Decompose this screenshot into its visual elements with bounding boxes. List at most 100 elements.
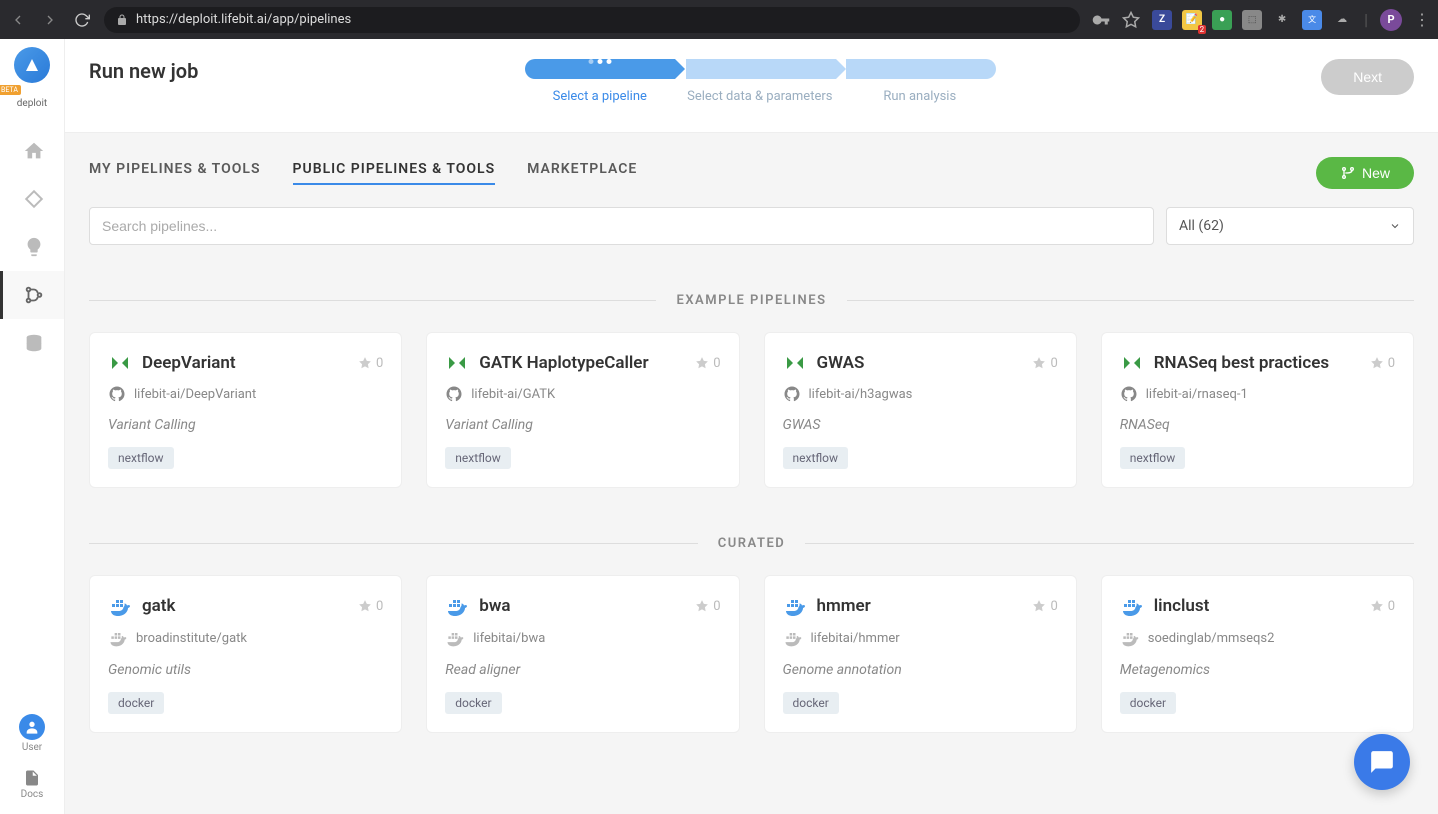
back-button[interactable] bbox=[8, 10, 28, 30]
card-stars: 0 bbox=[1370, 599, 1395, 614]
sidebar-item-jobs[interactable] bbox=[0, 175, 64, 223]
tab-public-pipelines[interactable]: PUBLIC PIPELINES & TOOLS bbox=[293, 161, 496, 185]
card-stars: 0 bbox=[358, 356, 383, 371]
docker-icon bbox=[108, 628, 128, 648]
reload-button[interactable] bbox=[72, 10, 92, 30]
card-tag: nextflow bbox=[445, 447, 511, 469]
extension-cloud-icon[interactable]: ☁ bbox=[1332, 10, 1352, 30]
profile-avatar[interactable]: P bbox=[1380, 9, 1402, 31]
card-title: linclust bbox=[1154, 596, 1210, 616]
card-tag: nextflow bbox=[783, 447, 849, 469]
next-button[interactable]: Next bbox=[1321, 59, 1414, 95]
tab-marketplace[interactable]: MARKETPLACE bbox=[527, 161, 637, 185]
sidebar-item-data[interactable] bbox=[0, 319, 64, 367]
card-stars: 0 bbox=[1032, 599, 1057, 614]
stepper: Select a pipeline Select data & paramete… bbox=[520, 59, 1000, 104]
card-repo: soedinglab/mmseqs2 bbox=[1120, 628, 1395, 648]
github-icon bbox=[783, 385, 801, 403]
branch-icon bbox=[1340, 165, 1356, 181]
star-icon bbox=[695, 599, 709, 613]
card-title: hmmer bbox=[817, 596, 871, 616]
card-title: DeepVariant bbox=[142, 353, 236, 373]
extension-notes-icon[interactable]: 📝2 bbox=[1182, 10, 1202, 30]
logo-icon bbox=[14, 47, 50, 83]
pipeline-card[interactable]: GATK HaplotypeCaller 0 lifebit-ai/GATK V… bbox=[426, 332, 739, 488]
pipeline-card[interactable]: bwa 0 lifebitai/bwa Read aligner docker bbox=[426, 575, 739, 733]
filter-dropdown[interactable]: All (62) bbox=[1166, 207, 1414, 245]
extension-icons: Z 📝2 ● ⬚ ✱ 文 ☁ bbox=[1152, 10, 1352, 30]
page-title: Run new job bbox=[89, 59, 198, 83]
forward-button[interactable] bbox=[40, 10, 60, 30]
extension-green-icon[interactable]: ● bbox=[1212, 10, 1232, 30]
docker-icon bbox=[108, 594, 132, 618]
star-icon bbox=[358, 599, 372, 613]
card-repo: lifebit-ai/h3agwas bbox=[783, 385, 1058, 403]
docs-label: Docs bbox=[21, 789, 44, 800]
card-repo: lifebit-ai/DeepVariant bbox=[108, 385, 383, 403]
card-description: Variant Calling bbox=[108, 417, 383, 433]
card-repo: lifebit-ai/GATK bbox=[445, 385, 720, 403]
card-tag: nextflow bbox=[1120, 447, 1186, 469]
extension-puzzle-icon[interactable]: ✱ bbox=[1272, 10, 1292, 30]
star-icon bbox=[1032, 356, 1046, 370]
nextflow-icon bbox=[1120, 351, 1144, 375]
sidebar: BETA deploit User Docs bbox=[0, 39, 65, 814]
pipeline-card[interactable]: DeepVariant 0 lifebit-ai/DeepVariant Var… bbox=[89, 332, 402, 488]
sidebar-user[interactable]: User bbox=[0, 706, 64, 761]
user-label: User bbox=[22, 742, 42, 753]
extension-gray-icon[interactable]: ⬚ bbox=[1242, 10, 1262, 30]
bookmark-star-icon[interactable] bbox=[1122, 11, 1140, 29]
lock-icon bbox=[116, 14, 128, 26]
card-title: GATK HaplotypeCaller bbox=[479, 353, 648, 373]
new-button-label: New bbox=[1362, 165, 1390, 181]
card-title: GWAS bbox=[817, 353, 865, 373]
content-area: MY PIPELINES & TOOLS PUBLIC PIPELINES & … bbox=[65, 133, 1438, 814]
step-1-label[interactable]: Select a pipeline bbox=[520, 89, 680, 104]
filter-value: All (62) bbox=[1179, 218, 1224, 234]
docker-icon bbox=[1120, 594, 1144, 618]
card-tag: docker bbox=[1120, 692, 1176, 714]
browser-menu-icon[interactable]: ⋮ bbox=[1414, 10, 1430, 29]
chat-fab[interactable] bbox=[1354, 734, 1410, 790]
card-tag: nextflow bbox=[108, 447, 174, 469]
card-stars: 0 bbox=[695, 599, 720, 614]
card-description: Read aligner bbox=[445, 662, 720, 678]
sidebar-docs[interactable]: Docs bbox=[0, 761, 64, 814]
chat-icon bbox=[1369, 749, 1395, 775]
search-input[interactable] bbox=[89, 207, 1154, 245]
sidebar-item-home[interactable] bbox=[0, 127, 64, 175]
sidebar-item-pipelines[interactable] bbox=[0, 271, 64, 319]
nextflow-icon bbox=[445, 351, 469, 375]
pipeline-card[interactable]: gatk 0 broadinstitute/gatk Genomic utils… bbox=[89, 575, 402, 733]
extension-z-icon[interactable]: Z bbox=[1152, 10, 1172, 30]
docker-icon bbox=[445, 628, 465, 648]
new-button[interactable]: New bbox=[1316, 157, 1414, 189]
card-description: Variant Calling bbox=[445, 417, 720, 433]
pipeline-card[interactable]: linclust 0 soedinglab/mmseqs2 Metagenomi… bbox=[1101, 575, 1414, 733]
tab-my-pipelines[interactable]: MY PIPELINES & TOOLS bbox=[89, 161, 261, 185]
address-bar[interactable]: https://deploit.lifebit.ai/app/pipelines bbox=[104, 7, 1080, 33]
pipeline-card[interactable]: hmmer 0 lifebitai/hmmer Genome annotatio… bbox=[764, 575, 1077, 733]
pipeline-card[interactable]: GWAS 0 lifebit-ai/h3agwas GWAS nextflow bbox=[764, 332, 1077, 488]
url-text: https://deploit.lifebit.ai/app/pipelines bbox=[136, 12, 351, 27]
star-icon bbox=[358, 356, 372, 370]
logo[interactable]: BETA deploit bbox=[8, 47, 56, 107]
sidebar-item-insights[interactable] bbox=[0, 223, 64, 271]
chevron-down-icon bbox=[1389, 220, 1401, 232]
key-icon[interactable] bbox=[1092, 11, 1110, 29]
pipeline-card[interactable]: RNASeq best practices 0 lifebit-ai/rnase… bbox=[1101, 332, 1414, 488]
github-icon bbox=[445, 385, 463, 403]
nextflow-icon bbox=[783, 351, 807, 375]
card-description: Metagenomics bbox=[1120, 662, 1395, 678]
docs-icon bbox=[23, 769, 41, 787]
docker-icon bbox=[445, 594, 469, 618]
star-icon bbox=[1370, 356, 1384, 370]
docker-icon bbox=[783, 628, 803, 648]
section-title: CURATED bbox=[718, 536, 785, 551]
card-stars: 0 bbox=[1370, 356, 1395, 371]
docker-icon bbox=[1120, 628, 1140, 648]
github-icon bbox=[108, 385, 126, 403]
extension-translate-icon[interactable]: 文 bbox=[1302, 10, 1322, 30]
card-tag: docker bbox=[783, 692, 839, 714]
card-title: RNASeq best practices bbox=[1154, 353, 1329, 373]
